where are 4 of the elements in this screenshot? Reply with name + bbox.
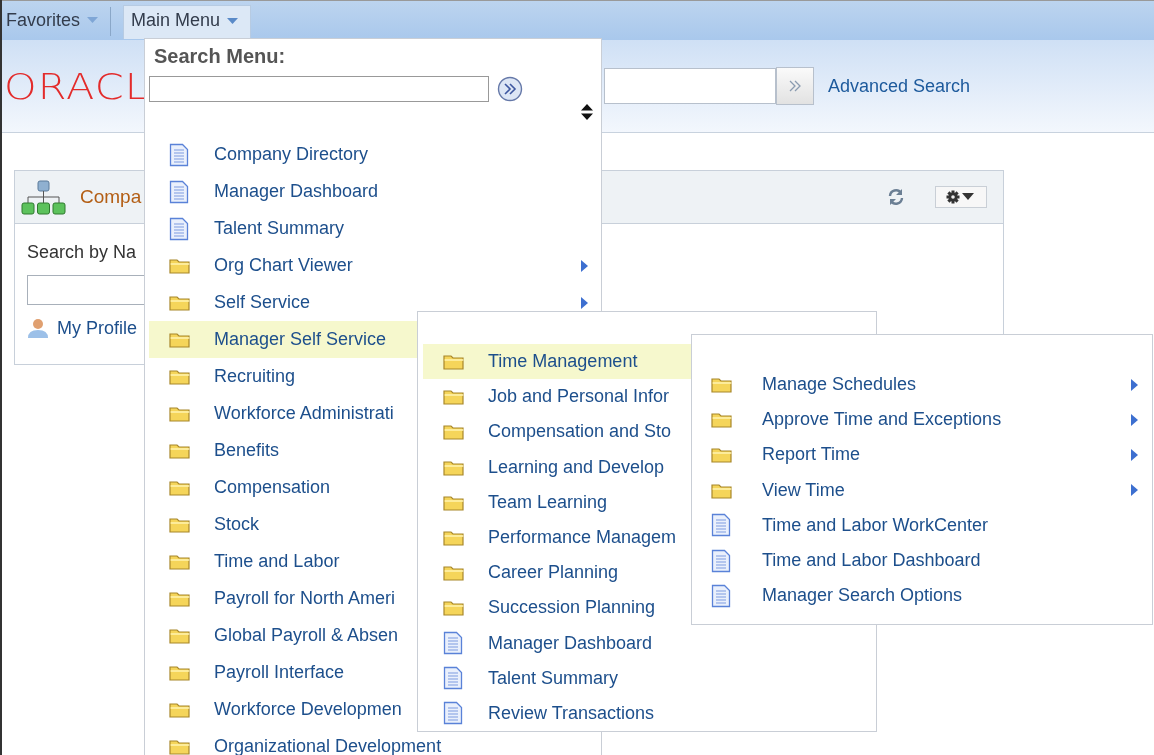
pagelet-title: Compa [80, 186, 142, 208]
logo-text: ORACL [4, 65, 150, 107]
search-label: Search by Na [27, 242, 138, 263]
search-menu-label: Search Menu: [154, 45, 287, 68]
